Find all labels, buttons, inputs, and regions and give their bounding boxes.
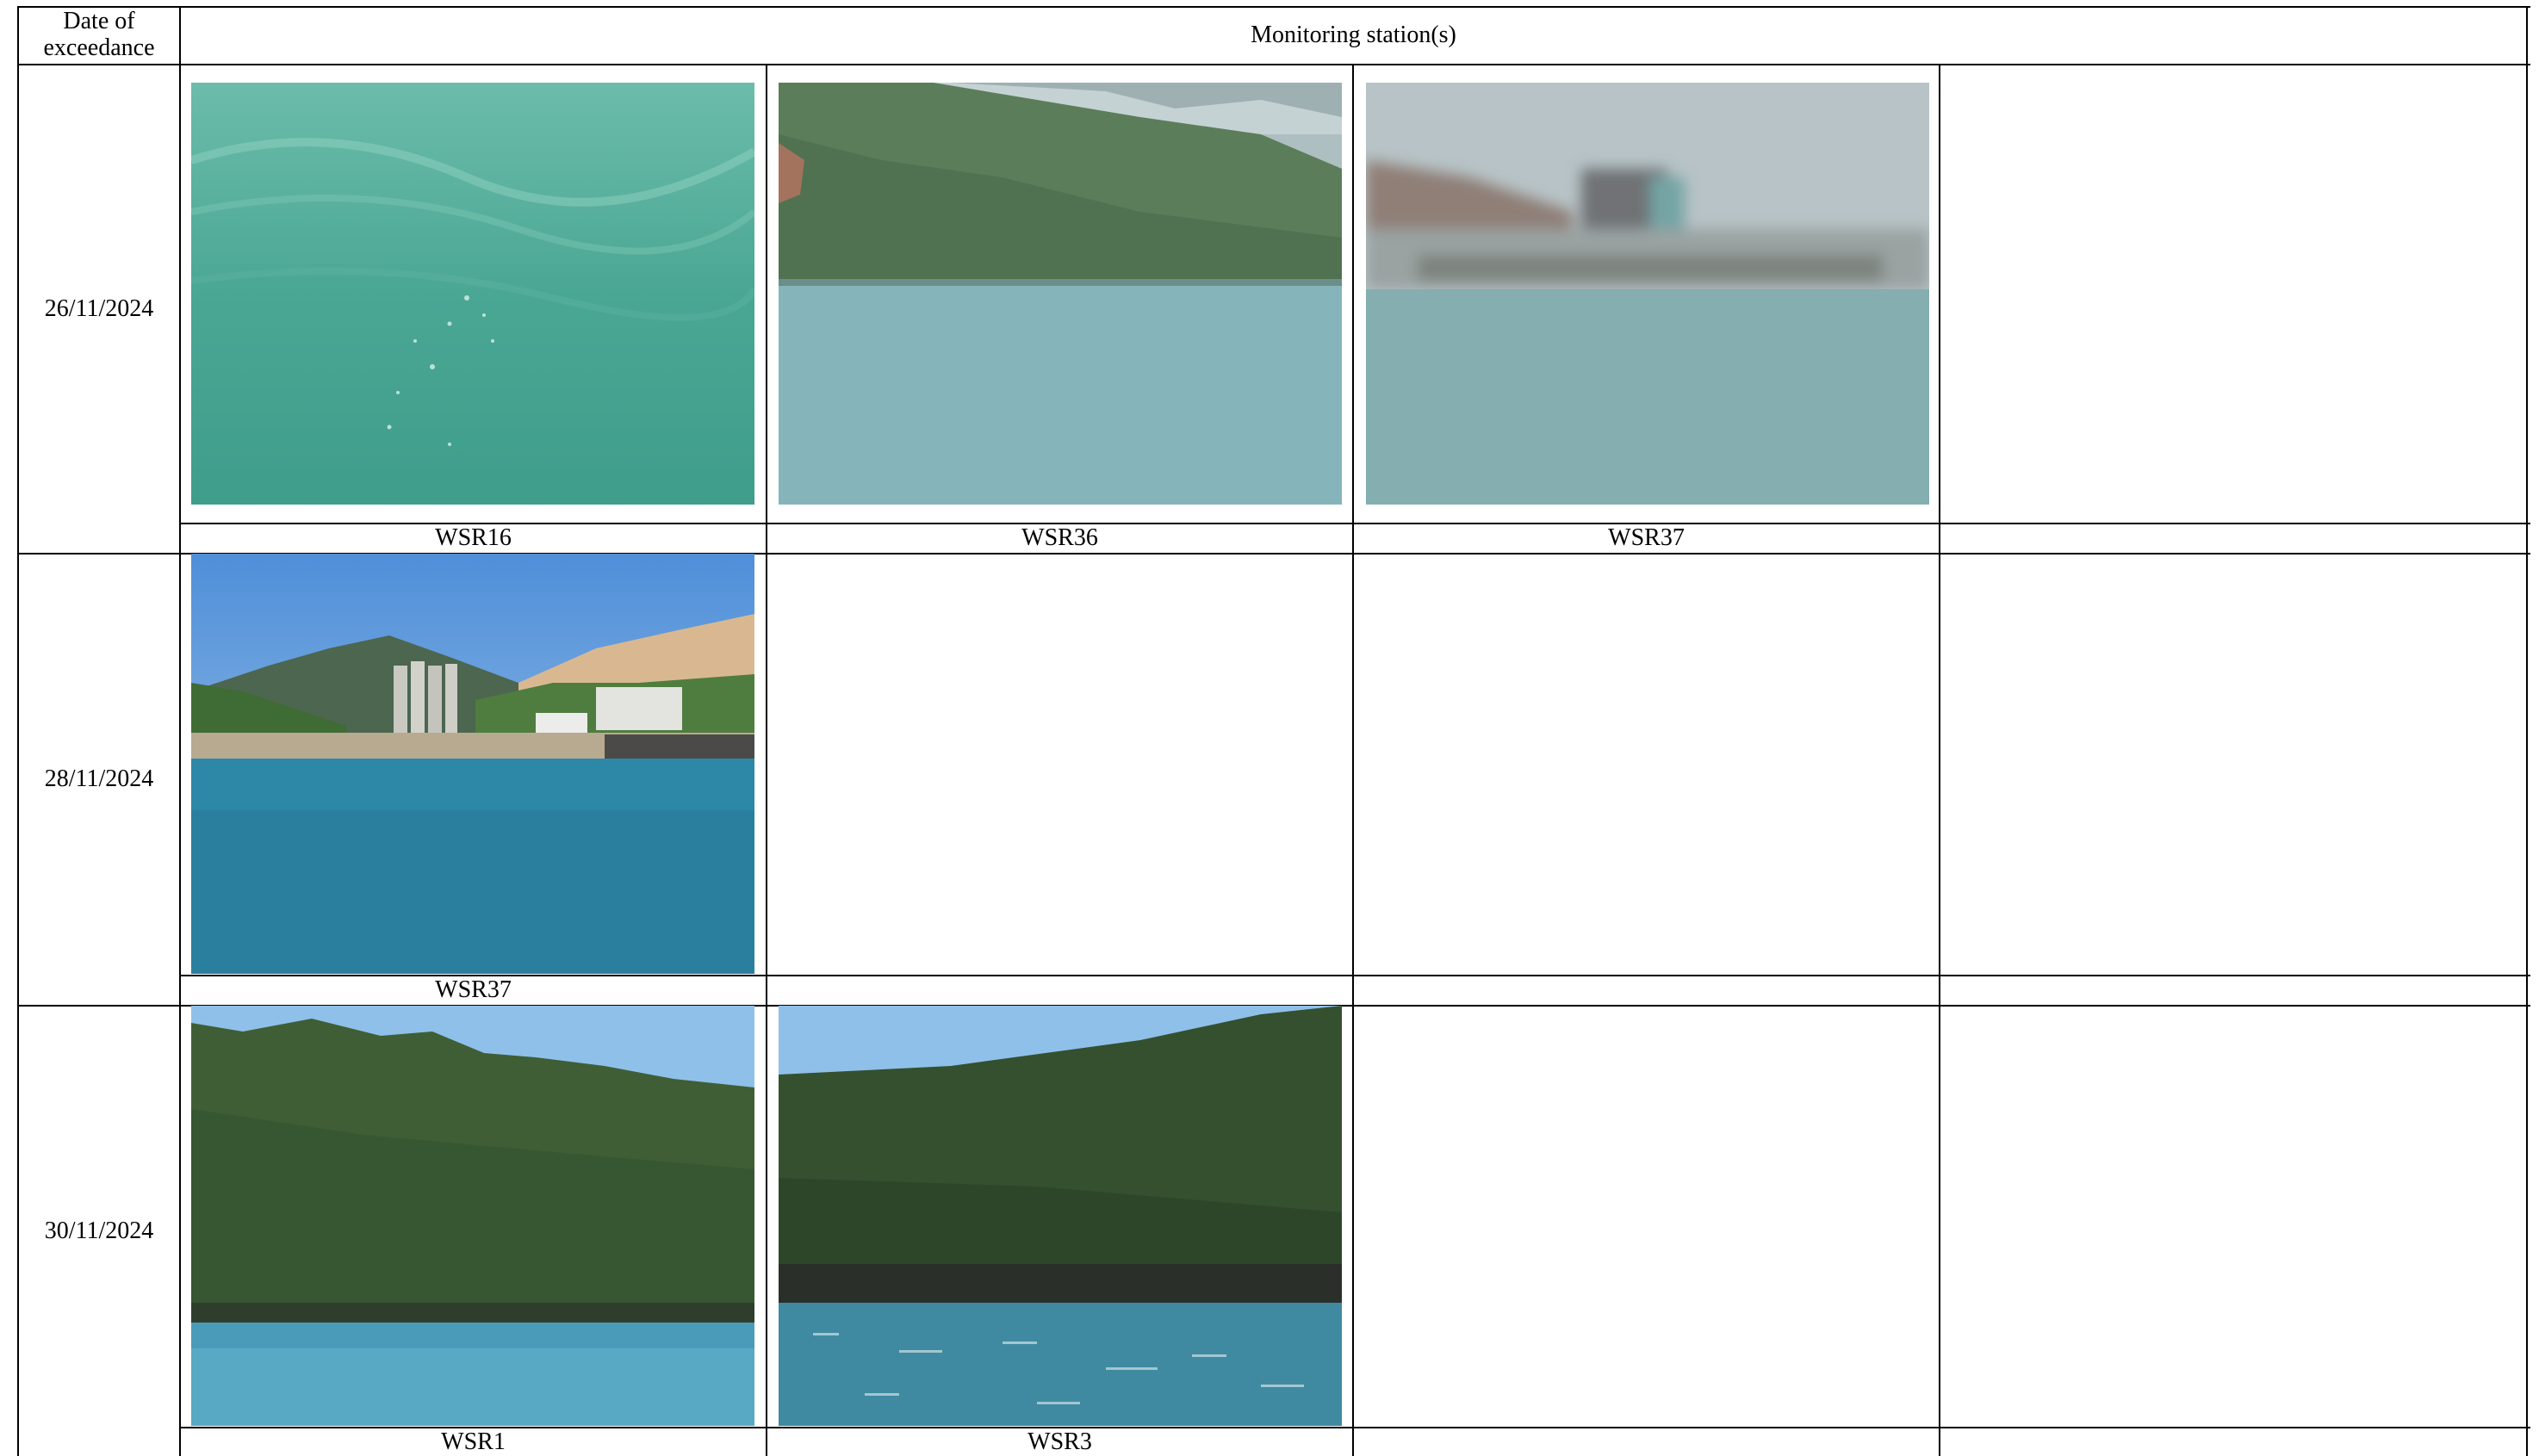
green-hills-and-sea-photo (191, 1006, 754, 1426)
blurred-shoreline-photo (1366, 83, 1929, 505)
date-header-line2: exceedance (43, 34, 155, 61)
wooded-cliff-and-sea-photo (779, 1006, 1342, 1426)
sea-surface-photo (191, 83, 754, 505)
row3-date: 30/11/2024 (44, 1217, 154, 1244)
station-col3-rule (1939, 64, 1940, 1456)
row3-station2-label: WSR3 (1027, 1428, 1092, 1455)
row2-date: 28/11/2024 (44, 765, 154, 792)
date-column-rule (179, 6, 181, 1456)
coastal-towers-and-seawall-photo (191, 554, 754, 974)
hillside-and-sea-photo (779, 83, 1342, 505)
row3-station1-label: WSR1 (441, 1428, 506, 1455)
station-col1-rule (766, 64, 767, 1456)
row2-station1-label: WSR37 (435, 976, 512, 1003)
row1-station1-label: WSR16 (435, 524, 512, 551)
station-col2-rule (1352, 64, 1354, 1456)
table-border-right (2526, 6, 2528, 1456)
row1-station2-label: WSR36 (1021, 524, 1098, 551)
stations-header: Monitoring station(s) (1251, 22, 1456, 48)
row1-station3-label: WSR37 (1608, 524, 1685, 551)
header-bottom-rule (17, 64, 2530, 65)
row2-label-rule (179, 975, 2530, 976)
date-header-line1: Date of (63, 8, 135, 34)
row1-label-rule (179, 523, 2530, 524)
row1-date: 26/11/2024 (44, 295, 154, 322)
table-border-top (17, 6, 2530, 8)
row3-label-rule (179, 1427, 2530, 1428)
